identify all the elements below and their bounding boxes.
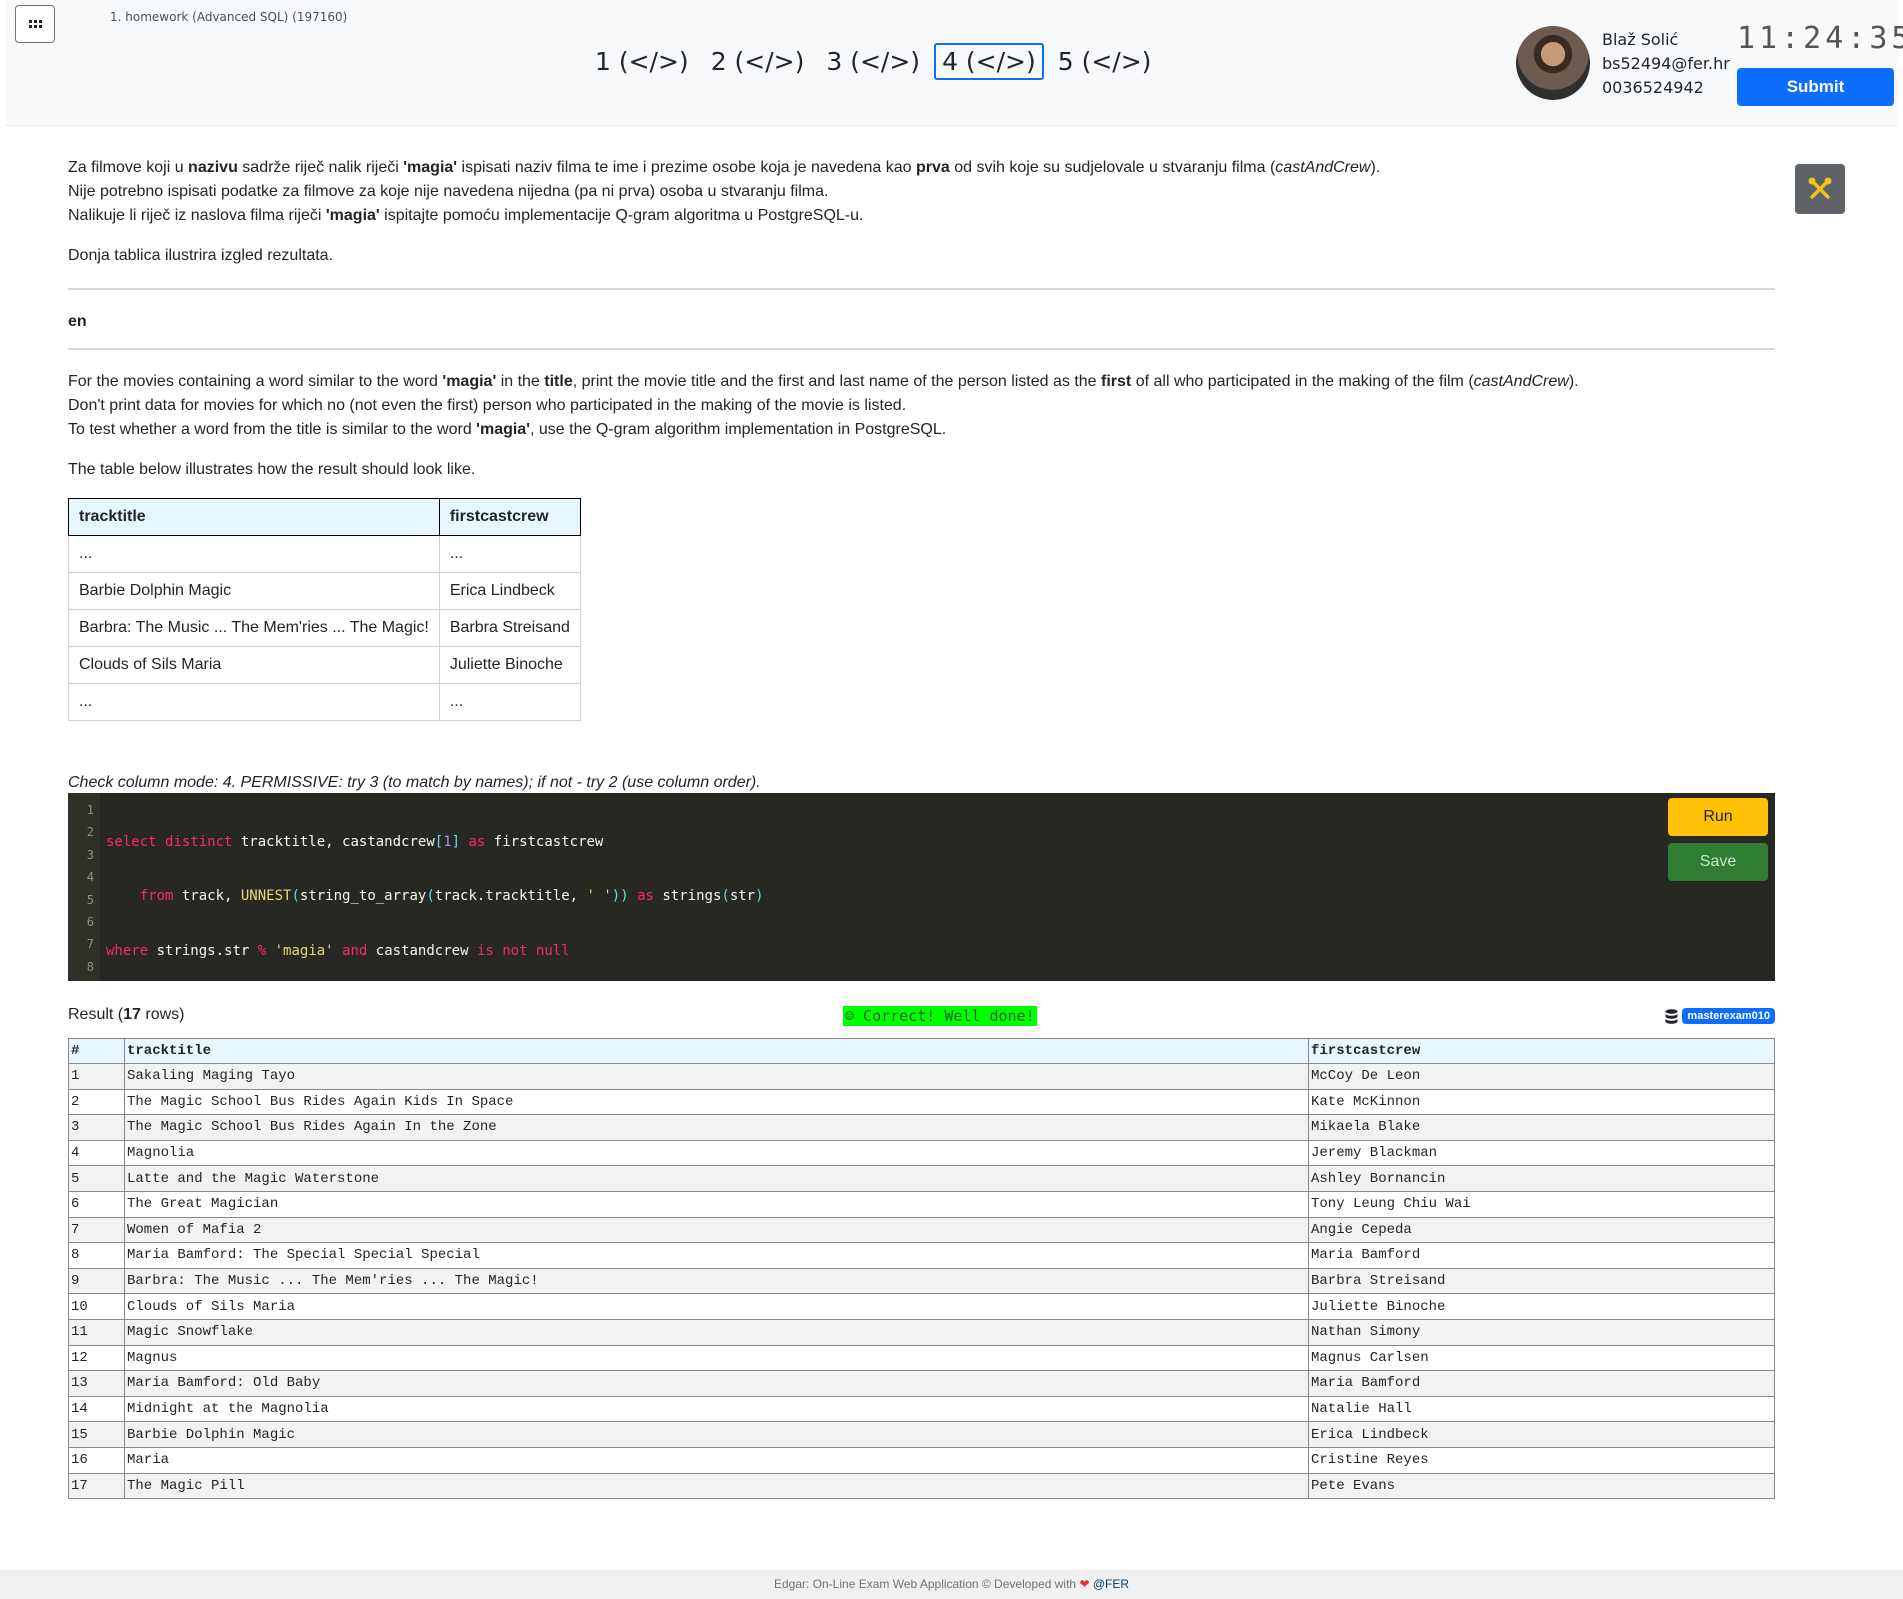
example-header: firstcastcrew xyxy=(438,498,581,536)
countdown-clock: 11:24:35 xyxy=(1737,21,1903,56)
table-row: 12 Magnus Magnus Carlsen xyxy=(68,1344,1775,1372)
question-content: Za filmove koji u nazivu sadrže riječ na… xyxy=(68,156,1775,795)
example-header: tracktitle xyxy=(68,498,440,536)
question-hr-line-1: Za filmove koji u nazivu sadrže riječ na… xyxy=(68,159,1381,176)
grid-menu-icon xyxy=(28,20,42,28)
result-title: Result (17 rows) xyxy=(68,1006,185,1023)
example-row: ... ... xyxy=(68,535,581,573)
question-nav-3[interactable]: 3 (</>) xyxy=(818,43,928,80)
submit-button[interactable]: Submit xyxy=(1737,68,1894,106)
table-row: 9 Barbra: The Music ... The Mem'ries ... … xyxy=(68,1267,1775,1295)
example-row: Barbra: The Music ... The Mem'ries ... T… xyxy=(68,609,581,647)
result-header-cell: tracktitle xyxy=(124,1038,1309,1064)
question-en-line-3: To test whether a word from the title is… xyxy=(68,421,947,438)
table-row: 3 The Magic School Bus Rides Again In the… xyxy=(68,1114,1775,1141)
table-row: 14 Midnight at the Magnolia Natalie Hall xyxy=(68,1395,1775,1423)
tools-button[interactable] xyxy=(1795,164,1845,214)
question-hr-line-3: Nalikuje li riječ iz naslova filma riječ… xyxy=(68,207,864,224)
table-row: 6 The Great Magician Tony Leung Chiu Wai xyxy=(68,1190,1775,1218)
line-number-gutter: 1 2 3 4 5 6 7 8 xyxy=(68,793,100,981)
question-en-line-2: Don't print data for movies for which no… xyxy=(68,397,907,414)
sql-code-editor[interactable]: 1 2 3 4 5 6 7 8 select distinct tracktit… xyxy=(68,793,1775,981)
table-row: 16 Maria Cristine Reyes xyxy=(68,1446,1775,1474)
breadcrumb: 1. homework (Advanced SQL) (197160) xyxy=(110,10,348,24)
example-row: Barbie Dolphin Magic Erica Lindbeck xyxy=(68,572,581,610)
example-row: Clouds of Sils Maria Juliette Binoche xyxy=(68,646,581,684)
table-row: 4 Magnolia Jeremy Blackman xyxy=(68,1139,1775,1167)
question-nav-2[interactable]: 2 (</>) xyxy=(703,43,813,80)
user-id: 0036524942 xyxy=(1602,78,1704,97)
footer-org-link[interactable]: @FER xyxy=(1090,1577,1129,1591)
table-row: 11 Magic Snowflake Nathan Simony xyxy=(68,1318,1775,1346)
footer: Edgar: On-Line Exam Web Application © De… xyxy=(0,1570,1903,1599)
check-mode-text: Check column mode: 4. PERMISSIVE: try 3 … xyxy=(68,774,761,791)
save-button[interactable]: Save xyxy=(1668,843,1768,881)
example-table: tracktitle firstcastcrew ... ... Barbie … xyxy=(68,498,581,721)
question-nav-5[interactable]: 5 (</>) xyxy=(1050,43,1160,80)
question-en-line-1: For the movies containing a word similar… xyxy=(68,373,1579,390)
top-header: 1. homework (Advanced SQL) (197160) 1 (<… xyxy=(5,0,1903,126)
language-label: en xyxy=(68,313,87,330)
result-table: # tracktitle firstcastcrew 1 Sakaling Mag… xyxy=(68,1038,1775,1500)
user-name: Blaž Solić xyxy=(1602,30,1679,49)
result-header-cell: firstcastcrew xyxy=(1308,1038,1775,1064)
question-hr-line-4: Donja tablica ilustrira izgled rezultata… xyxy=(68,247,334,264)
table-row: 15 Barbie Dolphin Magic Erica Lindbeck xyxy=(68,1421,1775,1448)
result-header: Result (17 rows) ☺ Correct! Well done! m… xyxy=(68,1006,1775,1030)
avatar xyxy=(1516,26,1590,100)
footer-text: Edgar: On-Line Exam Web Application © De… xyxy=(773,1577,1080,1591)
user-email: bs52494@fer.hr xyxy=(1602,54,1730,73)
database-icon xyxy=(1665,1008,1678,1024)
run-button[interactable]: Run xyxy=(1668,798,1768,836)
correct-status-badge: ☺ Correct! Well done! xyxy=(843,1006,1037,1026)
result-header-cell: # xyxy=(68,1038,125,1064)
code-text[interactable]: select distinct tracktitle, castandcrew[… xyxy=(106,799,764,994)
menu-button[interactable] xyxy=(15,5,55,43)
question-nav-4[interactable]: 4 (</>) xyxy=(934,43,1044,80)
table-row: 10 Clouds of Sils Maria Juliette Binoche xyxy=(68,1293,1775,1320)
table-row: 5 Latte and the Magic Waterstone Ashley Bo… xyxy=(68,1165,1775,1192)
table-row: 1 Sakaling Maging Tayo McCoy De Leon xyxy=(68,1063,1775,1090)
user-info: Blaž Solić bs52494@fer.hr 0036524942 xyxy=(1602,28,1730,100)
question-hr-line-2: Nije potrebno ispisati podatke za filmov… xyxy=(68,183,829,200)
table-row: 13 Maria Bamford: Old Baby Maria Bamford xyxy=(68,1370,1775,1397)
table-row: 8 Maria Bamford: The Special Special Spec… xyxy=(68,1242,1775,1269)
heart-icon: ❤ xyxy=(1079,1577,1090,1591)
tools-icon xyxy=(1808,177,1832,199)
question-navigation: 1 (</>) 2 (</>) 3 (</>) 4 (</>) 5 (</>) xyxy=(587,43,1159,80)
question-en-line-4: The table below illustrates how the resu… xyxy=(68,461,476,478)
table-row: 7 Women of Mafia 2 Angie Cepeda xyxy=(68,1216,1775,1244)
database-name: masterexam010 xyxy=(1682,1008,1775,1024)
question-nav-1[interactable]: 1 (</>) xyxy=(587,43,697,80)
example-row: ... ... xyxy=(68,683,581,721)
table-row: 2 The Magic School Bus Rides Again Kids I… xyxy=(68,1088,1775,1116)
database-badge: masterexam010 xyxy=(1665,1008,1775,1024)
table-row: 17 The Magic Pill Pete Evans xyxy=(68,1472,1775,1500)
